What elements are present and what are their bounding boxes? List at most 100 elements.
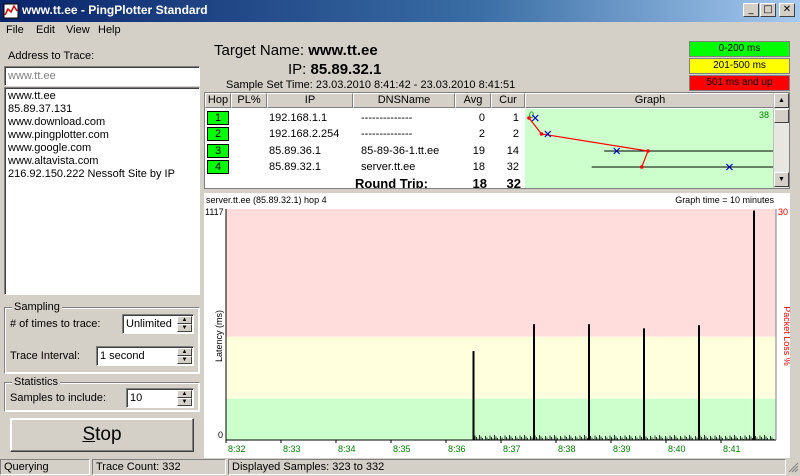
x-tick-label: 8:36	[448, 444, 466, 454]
window-title: www.tt.ee - PingPlotter Standard	[22, 3, 208, 17]
pingplotter-app-icon	[3, 3, 19, 19]
minimize-button[interactable]: _	[743, 3, 759, 17]
list-item[interactable]: 216.92.150.222 Nessoft Site by IP	[8, 168, 196, 181]
hop-avg: 18	[472, 161, 485, 173]
x-tick-label: 8:34	[338, 444, 356, 454]
maximize-icon: □	[763, 4, 773, 15]
y-tick-max: 1117	[205, 207, 224, 217]
maximize-button[interactable]: □	[760, 3, 776, 17]
list-item[interactable]: www.google.com	[8, 142, 196, 155]
status-bar: Querying Trace Count: 332 Displayed Samp…	[0, 458, 800, 476]
target-ip-line: IP: 85.89.32.1	[288, 61, 381, 78]
col-cur[interactable]: Cur	[491, 93, 525, 108]
menu-edit[interactable]: Edit	[36, 24, 55, 36]
hop-avg: 0	[478, 112, 485, 124]
round-trip-cur: 32	[506, 176, 521, 189]
address-input[interactable]: www.tt.ee	[4, 66, 200, 86]
trace-interval-label: Trace Interval:	[10, 350, 80, 362]
close-button[interactable]: ✕	[779, 3, 795, 17]
title-bar[interactable]: www.tt.ee - PingPlotter Standard _ □ ✕	[0, 0, 800, 22]
graph-title: server.tt.ee (85.89.32.1) hop 4	[206, 195, 327, 205]
address-history-list[interactable]: www.tt.ee 85.89.37.131 www.download.com …	[4, 87, 200, 295]
y2-tick-max: 30	[778, 207, 788, 217]
close-icon: ✕	[782, 4, 792, 15]
x-tick-label: 8:32	[228, 444, 246, 454]
spin-up-icon[interactable]: ▲	[177, 348, 192, 356]
x-tick-label: 8:38	[558, 444, 576, 454]
times-to-trace-value: Unlimited	[126, 318, 172, 330]
statistics-group-title: Statistics	[12, 376, 61, 388]
col-dnsname[interactable]: DNSName	[353, 93, 455, 108]
menu-view[interactable]: View	[66, 24, 90, 36]
avg-point	[646, 149, 650, 153]
stop-button[interactable]: Stop	[10, 418, 194, 452]
spin-up-icon[interactable]: ▲	[177, 390, 192, 398]
target-name-label: Target Name:	[214, 42, 305, 59]
status-trace-count: Trace Count: 332	[92, 459, 226, 475]
list-item[interactable]: www.tt.ee	[8, 90, 196, 103]
col-graph[interactable]: Graph	[525, 93, 775, 108]
list-item[interactable]: www.pingplotter.com	[8, 129, 196, 142]
sample-set-time-line: Sample Set Time: 23.03.2010 8:41:42 - 23…	[226, 79, 515, 91]
hop-cur: 1	[512, 112, 519, 124]
samples-include-spinner[interactable]: 10 ▲ ▼	[126, 388, 194, 408]
hop-cur: 32	[506, 161, 519, 173]
cur-marker	[544, 130, 552, 138]
list-item[interactable]: www.download.com	[8, 116, 196, 129]
avg-latency-line	[528, 117, 649, 168]
menu-help[interactable]: Help	[98, 24, 121, 36]
x-tick-label: 8:39	[613, 444, 631, 454]
y-axis-label: Latency (ms)	[214, 310, 224, 362]
spin-down-icon[interactable]: ▼	[177, 398, 192, 406]
mini-graph	[527, 114, 775, 171]
sampling-group-title: Sampling	[12, 301, 62, 313]
scroll-thumb[interactable]	[774, 109, 789, 123]
spin-down-icon[interactable]: ▼	[177, 356, 192, 364]
legend-high: 501 ms and up	[689, 75, 790, 91]
target-name-value: www.tt.ee	[308, 42, 378, 59]
spin-up-icon[interactable]: ▲	[177, 316, 192, 324]
latency-graph-panel[interactable]: server.tt.ee (85.89.32.1) hop 4 Graph tim…	[204, 193, 792, 458]
latency-band	[226, 336, 776, 399]
hop-ip: 192.168.1.1	[269, 112, 328, 124]
hop-dns: 85-89-36-1.tt.ee	[361, 145, 440, 157]
address-label: Address to Trace:	[8, 50, 95, 62]
graph-time-label: Graph time = 10 minutes	[675, 195, 774, 205]
trace-interval-value: 1 second	[100, 350, 145, 362]
scroll-down-icon[interactable]: ▼	[774, 172, 789, 187]
round-trip-avg: 18	[472, 176, 487, 189]
latency-graph: server.tt.ee (85.89.32.1) hop 4 Graph tim…	[205, 195, 792, 454]
list-item[interactable]: www.altavista.com	[8, 155, 196, 168]
avg-point	[639, 165, 644, 169]
spin-down-icon[interactable]: ▼	[177, 324, 192, 332]
menu-file[interactable]: File	[6, 24, 24, 36]
col-hop[interactable]: Hop	[205, 93, 231, 108]
trace-interval-spinner[interactable]: 1 second ▲ ▼	[96, 346, 194, 366]
status-state: Querying	[0, 459, 90, 475]
cur-marker	[531, 114, 539, 122]
hop-cur: 14	[506, 145, 519, 157]
list-item[interactable]: 85.89.37.131	[8, 103, 196, 116]
target-ip-label: IP:	[288, 61, 307, 78]
table-scrollbar[interactable]: ▲ ▼	[773, 93, 789, 188]
latency-band	[226, 398, 776, 440]
hop-cur: 2	[512, 128, 519, 140]
x-tick-label: 8:41	[723, 444, 741, 454]
hop-avg: 2	[478, 128, 485, 140]
samples-include-value: 10	[130, 392, 143, 404]
hop-table[interactable]: Hop PL% IP DNSName Avg Cur Graph 0 38 1 …	[204, 92, 790, 189]
round-trip-label: Round Trip:	[355, 176, 428, 189]
scroll-up-icon[interactable]: ▲	[774, 93, 789, 108]
avg-point	[539, 132, 544, 136]
x-tick-label: 8:35	[393, 444, 411, 454]
legend-low: 0-200 ms	[689, 41, 790, 57]
x-tick-label: 8:37	[503, 444, 521, 454]
col-ip[interactable]: IP	[267, 93, 353, 108]
hop-number: 1	[207, 111, 229, 125]
x-tick-label: 8:40	[668, 444, 686, 454]
col-avg[interactable]: Avg	[455, 93, 491, 108]
hop-avg: 19	[472, 145, 485, 157]
col-pl[interactable]: PL%	[231, 93, 267, 108]
times-to-trace-spinner[interactable]: Unlimited ▲ ▼	[122, 314, 194, 334]
size-grip-icon[interactable]	[787, 461, 799, 473]
